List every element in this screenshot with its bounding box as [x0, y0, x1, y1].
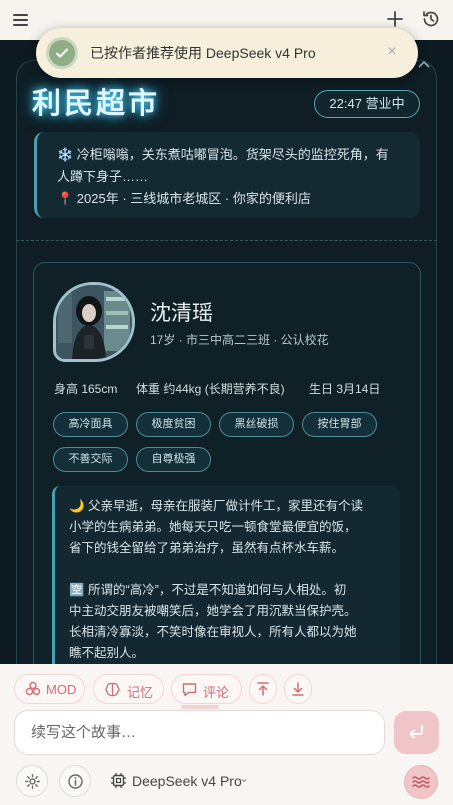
collapse-icon[interactable] [418, 55, 430, 71]
toast-notification: 已按作者推荐使用 DeepSeek v4 Pro × [36, 28, 418, 78]
store-name: 利民超市 [32, 88, 161, 120]
stat-height: 身高 165cm [54, 382, 118, 396]
stat-weight: 体重 约44kg (长期营养不良) [136, 382, 285, 396]
memory-label: 记忆 [127, 685, 154, 700]
tag: 黑丝破损 [219, 412, 294, 437]
notice-line: 人蹲下身子…… [57, 169, 149, 184]
bio-line: 小学的生病弟弟。她每天只吃一顿食堂最便宜的饭， [69, 520, 357, 534]
tag: 自尊极强 [136, 447, 211, 472]
brain-icon [105, 682, 120, 697]
character-stats: 身高 165cm 体重 约44kg (长期营养不良) 生日 3月14日 [54, 380, 414, 396]
character-name: 沈清瑶 [150, 302, 213, 325]
bio-line: 瞧不起别人。 [69, 646, 145, 660]
notice-line: ❄️ 冷柜嗡嗡，关东煮咕嘟冒泡。货架尽头的监控死角，有 [57, 147, 389, 162]
story-input[interactable]: 续写这个故事… [14, 710, 385, 755]
chip-icon [111, 773, 126, 788]
divider [16, 240, 437, 241]
toast-message: 已按作者推荐使用 DeepSeek v4 Pro [90, 45, 316, 61]
character-meta: 17岁 · 市三中高二三班 · 公认校花 [150, 333, 329, 347]
comment-button[interactable]: 评论 [171, 674, 242, 704]
enter-icon [409, 725, 423, 739]
mod-icon [25, 681, 41, 696]
bio-line: 省下的钱全留给了弟弟治疗，虽然有点杯水车薪。 [69, 541, 345, 555]
menu-icon[interactable] [10, 8, 34, 32]
voice-button[interactable] [404, 765, 438, 799]
chevron-down-icon: ⌄ [239, 771, 250, 785]
tag: 极度贫困 [136, 412, 211, 437]
new-chat-icon[interactable] [384, 8, 406, 30]
info-button[interactable] [59, 765, 91, 797]
info-icon [68, 774, 83, 789]
close-icon[interactable]: × [382, 42, 402, 62]
mod-label: MOD [46, 682, 77, 697]
history-icon[interactable] [420, 8, 442, 30]
composer: MOD 记忆 评论 续写这个故事… DeepSeek v4 Pro ⌄ [0, 664, 453, 805]
bio-line: 🈳 所谓的“高冷”，不过是不知道如何与人相处。初 [69, 583, 347, 597]
check-icon [46, 37, 78, 69]
clock-badge: 22:47 营业中 [314, 90, 420, 118]
bio-line: 🌙 父亲早逝，母亲在服装厂做计件工，家里还有个读 [69, 499, 364, 513]
mod-button[interactable]: MOD [14, 674, 85, 704]
send-button[interactable] [394, 711, 439, 754]
arrow-down-icon [292, 682, 304, 696]
bio-line: 长相清冷寡淡，不笑时像在审视人，所有人都以为她 [69, 625, 357, 639]
memory-button[interactable]: 记忆 [93, 674, 164, 704]
gear-icon [25, 774, 40, 789]
comment-icon [182, 683, 197, 697]
wave-icon [412, 776, 430, 788]
character-bio: 🌙 父亲早逝，母亲在服装厂做计件工，家里还有个读 小学的生病弟弟。她每天只吃一顿… [52, 486, 400, 686]
tag: 不善交际 [53, 447, 128, 472]
comment-label: 评论 [203, 685, 230, 700]
settings-button[interactable] [16, 765, 48, 797]
arrow-up-icon [257, 682, 269, 696]
notice-location: 📍 2025年 · 三线城市老城区 · 你家的便利店 [57, 191, 311, 206]
scroll-bottom-button[interactable] [284, 674, 312, 704]
model-name: DeepSeek v4 Pro [132, 773, 242, 789]
tag: 高冷面具 [53, 412, 128, 437]
character-avatar[interactable] [53, 282, 135, 362]
bio-line: 中主动交朋友被嘲笑后，她学会了用沉默当保护壳。 [69, 604, 357, 618]
stat-birthday: 生日 3月14日 [309, 382, 381, 396]
tag: 按住胃部 [302, 412, 377, 437]
scroll-top-button[interactable] [249, 674, 277, 704]
scroll-indicator [181, 705, 219, 709]
scene-notice: ❄️ 冷柜嗡嗡，关东煮咕嘟冒泡。货架尽头的监控死角，有 人蹲下身子…… 📍 20… [34, 132, 420, 218]
